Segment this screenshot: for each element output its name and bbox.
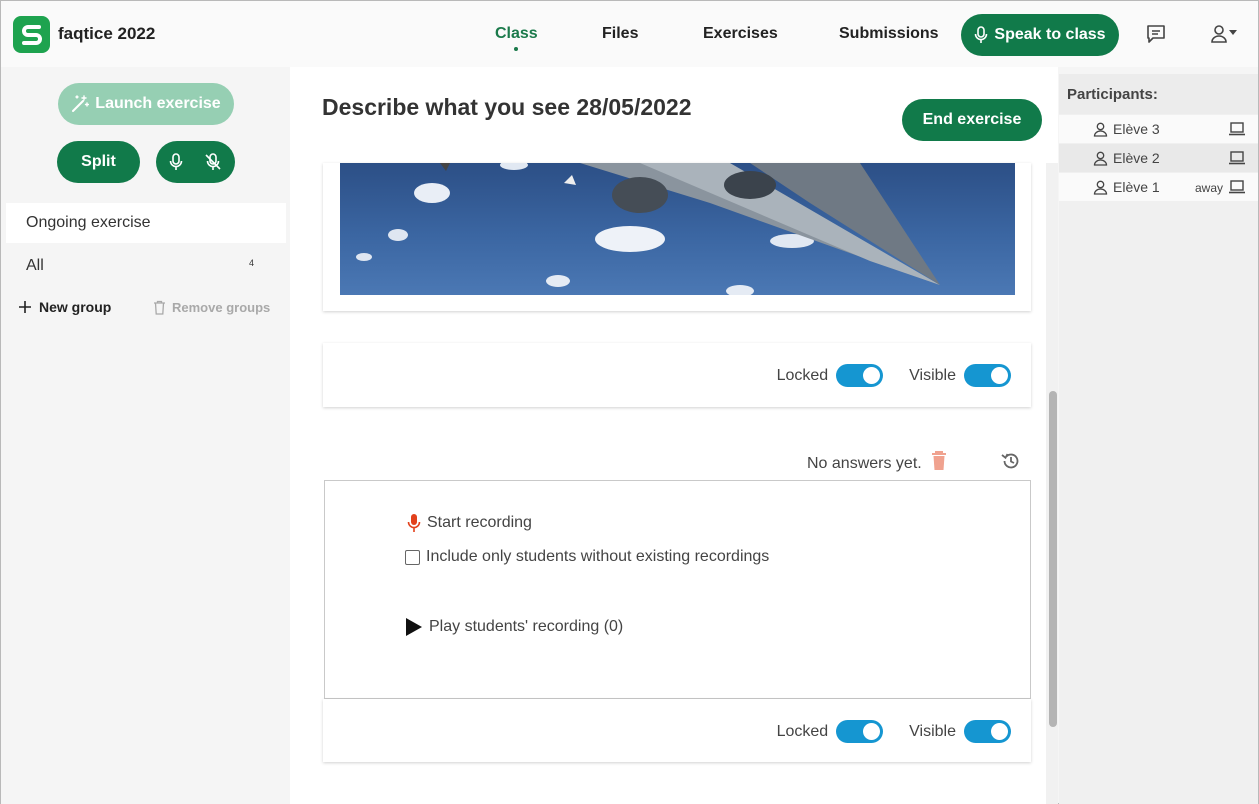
page-title: Describe what you see 28/05/2022 (322, 94, 692, 120)
mic-controls (156, 141, 235, 183)
trash-icon (154, 300, 165, 315)
tab-exercises[interactable]: Exercises (703, 25, 778, 43)
user-icon (1093, 180, 1108, 195)
include-only-label: Include only students without existing r… (426, 548, 770, 565)
active-tab-indicator (514, 47, 519, 51)
include-only-checkbox[interactable] (405, 549, 420, 565)
laptop-icon (1229, 122, 1245, 136)
microphone-icon (975, 26, 988, 43)
user-menu-icon[interactable] (1210, 23, 1240, 45)
visible-label: Visible (909, 366, 956, 384)
delete-answers-icon[interactable] (931, 451, 947, 471)
end-exercise-button[interactable]: End exercise (902, 99, 1042, 141)
exercise-image (340, 163, 1015, 295)
include-only-option: Include only students without existing r… (405, 548, 769, 566)
bottom-toggle-card: Locked Visible (323, 699, 1031, 762)
visible-toggle[interactable] (964, 720, 1011, 743)
group-ongoing-label: Ongoing exercise (26, 214, 151, 231)
microphone-on-icon[interactable] (169, 153, 183, 171)
logo-s-icon (21, 24, 42, 45)
chat-icon[interactable] (1144, 23, 1168, 45)
app-title: faqtice 2022 (58, 24, 156, 43)
top-toggle-card: Locked Visible (323, 343, 1031, 407)
play-recording-label: Play students' recording (0) (429, 618, 624, 635)
play-icon (406, 618, 422, 636)
red-microphone-icon (407, 514, 421, 532)
laptop-icon (1229, 180, 1245, 194)
new-group-label: New group (39, 299, 112, 315)
tab-submissions[interactable]: Submissions (839, 25, 939, 43)
locked-label: Locked (776, 722, 829, 740)
top-toggle-row: Locked Visible (777, 364, 1011, 387)
play-recording-button[interactable]: Play students' recording (0) (405, 617, 623, 637)
plus-icon (19, 301, 31, 313)
speak-to-class-button[interactable]: Speak to class (961, 14, 1119, 56)
launch-exercise-button[interactable]: Launch exercise (58, 83, 234, 125)
launch-exercise-label: Launch exercise (95, 95, 221, 112)
participant-row[interactable]: Elève 3 (1059, 115, 1258, 143)
participant-name: Elève 2 (1093, 150, 1160, 166)
microphone-off-icon[interactable] (204, 153, 222, 171)
participant-row[interactable]: Elève 1 away (1059, 173, 1258, 201)
visible-toggle[interactable] (964, 364, 1011, 387)
user-icon (1093, 151, 1108, 166)
tab-files[interactable]: Files (602, 25, 638, 43)
speak-to-class-label: Speak to class (994, 26, 1106, 43)
magic-wand-icon (72, 95, 90, 112)
participant-name-label: Elève 1 (1113, 179, 1160, 195)
locked-toggle[interactable] (836, 364, 884, 387)
start-recording-label: Start recording (427, 514, 532, 531)
tab-class[interactable]: Class (495, 25, 538, 51)
fighter-jet-photo (356, 163, 940, 295)
group-all-count: 4 (248, 258, 254, 268)
locked-toggle[interactable] (836, 720, 884, 743)
participant-status: away (1195, 181, 1224, 195)
scrollbar-thumb[interactable] (1049, 391, 1057, 727)
participant-row[interactable]: Elève 2 (1059, 144, 1258, 172)
remove-groups-button[interactable]: Remove groups (153, 300, 270, 315)
no-answers-text: No answers yet. (807, 455, 922, 472)
app-logo[interactable] (13, 16, 50, 53)
group-ongoing-exercise[interactable]: Ongoing exercise (6, 203, 286, 243)
participant-name: Elève 1 (1093, 179, 1160, 195)
split-button[interactable]: Split (57, 141, 140, 183)
remove-groups-label: Remove groups (172, 300, 271, 315)
participants-header: Participants: (1059, 74, 1258, 114)
new-group-button[interactable]: New group (18, 299, 111, 315)
recording-box: Start recording Include only students wi… (324, 480, 1031, 699)
group-all-label: All (26, 257, 44, 274)
locked-label: Locked (776, 366, 829, 384)
top-bar: faqtice 2022 Class Files Exercises Submi… (1, 1, 1258, 67)
bottom-toggle-row: Locked Visible (777, 720, 1011, 743)
user-icon (1093, 122, 1108, 137)
group-all[interactable]: All 4 (6, 246, 286, 286)
visible-label: Visible (909, 722, 956, 740)
participant-name: Elève 3 (1093, 121, 1160, 137)
exercise-panel: Describe what you see 28/05/2022 End exe… (290, 67, 1058, 804)
left-sidebar: Launch exercise Split Ongoing exercise A… (1, 67, 290, 804)
participant-name-label: Elève 2 (1113, 150, 1160, 166)
history-icon[interactable] (1001, 451, 1021, 471)
tab-class-label: Class (495, 25, 538, 42)
participants-panel: Participants: Elève 3 Elève 2 Elève 1 aw… (1059, 74, 1258, 804)
laptop-icon (1229, 151, 1245, 165)
image-card (323, 163, 1031, 311)
start-recording-button[interactable]: Start recording (407, 513, 532, 533)
participant-name-label: Elève 3 (1113, 121, 1160, 137)
